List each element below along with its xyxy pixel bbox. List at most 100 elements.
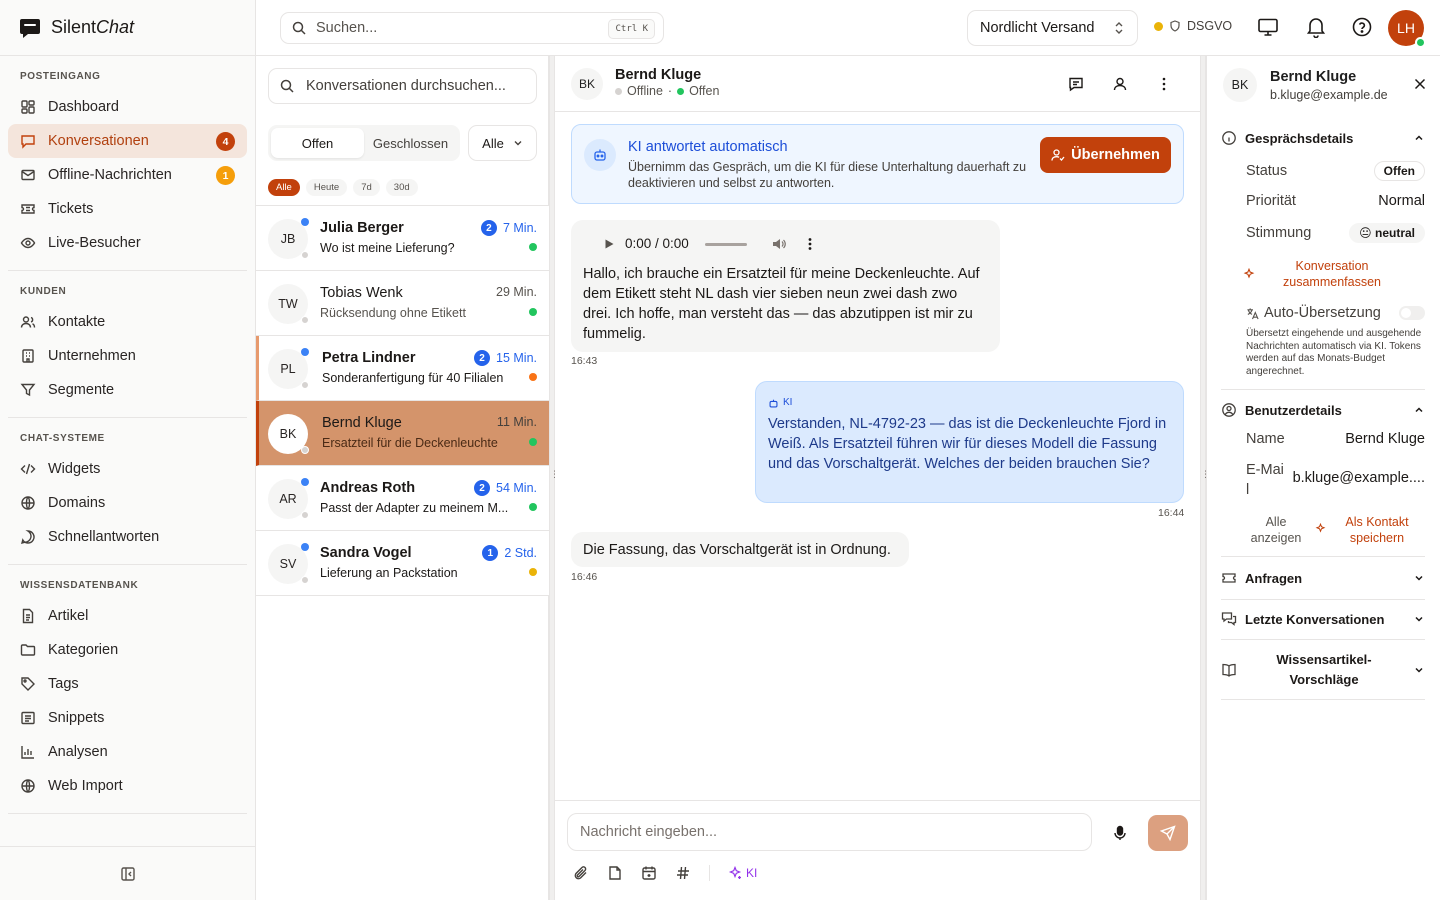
conversation-row[interactable]: PL Petra Lindner Sonderanfertigung für 4…: [256, 336, 549, 401]
chat-icon: [20, 133, 36, 149]
audio-player[interactable]: 0:00 / 0:00: [583, 232, 841, 256]
presence-dot: [301, 251, 309, 259]
send-button[interactable]: [1148, 815, 1188, 851]
audio-more-icon[interactable]: [803, 237, 817, 251]
chip-30d[interactable]: 30d: [385, 179, 418, 196]
paperclip-icon[interactable]: [573, 865, 589, 881]
auto-translation-toggle[interactable]: [1399, 306, 1425, 320]
calendar-icon[interactable]: [641, 865, 657, 881]
sidebar-item-segmente[interactable]: Segmente: [8, 373, 247, 407]
status-dot: [1154, 21, 1163, 31]
status-badge[interactable]: Offen: [1373, 161, 1425, 181]
dsgvo-status[interactable]: DSGVO: [1154, 19, 1232, 33]
conversation-row[interactable]: AR Andreas Roth Passt der Adapter zu mei…: [256, 466, 549, 531]
contact-name: Julia Berger: [320, 220, 404, 236]
message-input[interactable]: Nachricht eingeben...: [567, 813, 1092, 851]
search-icon: [291, 20, 307, 36]
sidebar-item-kategorien[interactable]: Kategorien: [8, 633, 247, 667]
ai-assist-button[interactable]: KI: [728, 866, 757, 880]
more-vertical-icon[interactable]: [1156, 76, 1172, 92]
message-square-icon[interactable]: [1068, 76, 1084, 92]
audio-time: 0:00 / 0:00: [625, 236, 689, 251]
monitor-icon[interactable]: [1257, 16, 1279, 38]
timestamp: 27 Min.: [480, 220, 537, 236]
conversation-search-input[interactable]: Konversationen durchsuchen...: [268, 68, 537, 104]
presence-dot: [301, 511, 309, 519]
sidebar-item-label: Live-Besucher: [48, 235, 141, 251]
brand[interactable]: SilentChat: [0, 0, 255, 56]
section-kb-suggestions[interactable]: Wissensartikel-Vorschläge: [1221, 650, 1425, 690]
message-preview: Wo ist meine Lieferung?: [320, 241, 455, 255]
audio-progress[interactable]: [704, 242, 747, 246]
help-icon[interactable]: [1351, 16, 1373, 38]
top-header: Suchen... Ctrl K Nordlicht Versand DSGVO…: [256, 0, 1440, 56]
sidebar-item-snippets[interactable]: Snippets: [8, 701, 247, 735]
sidebar-item-widgets[interactable]: Widgets: [8, 452, 247, 486]
divider: [1221, 389, 1425, 390]
sidebar-item-artikel[interactable]: Artikel: [8, 599, 247, 633]
email-label: E-Mail: [1246, 462, 1284, 498]
sidebar-item-dashboard[interactable]: Dashboard: [8, 90, 247, 124]
chip-7d[interactable]: 7d: [353, 179, 380, 196]
conversation-row-selected[interactable]: BK Bernd Kluge Ersatzteil für die Decken…: [256, 401, 549, 466]
section-conversation-details[interactable]: Gesprächsdetails: [1221, 130, 1425, 146]
sidebar-item-tickets[interactable]: Tickets: [8, 192, 247, 226]
sidebar-item-tags[interactable]: Tags: [8, 667, 247, 701]
save-as-contact-button[interactable]: Als Kontakt speichern: [1337, 514, 1417, 546]
conversation-row[interactable]: JB Julia Berger Wo ist meine Lieferung? …: [256, 206, 549, 271]
chip-heute[interactable]: Heute: [305, 179, 348, 196]
section-title-posteingang: POSTEINGANG: [20, 71, 101, 82]
sidebar-item-web-import[interactable]: Web Import: [8, 769, 247, 803]
conversation-row[interactable]: SV Sandra Vogel Lieferung an Packstation…: [256, 531, 549, 596]
toolbar-divider: [709, 865, 710, 881]
sidebar-item-unternehmen[interactable]: Unternehmen: [8, 339, 247, 373]
ticket-icon: [1221, 570, 1237, 586]
play-icon[interactable]: [603, 238, 615, 250]
user-check-icon: [1051, 148, 1065, 162]
note-icon[interactable]: [607, 865, 623, 881]
sidebar-item-live-besucher[interactable]: Live-Besucher: [8, 226, 247, 260]
tab-geschlossen[interactable]: Geschlossen: [364, 128, 457, 158]
sidebar-item-analysen[interactable]: Analysen: [8, 735, 247, 769]
microphone-icon[interactable]: [1112, 825, 1128, 841]
bell-icon[interactable]: [1306, 16, 1326, 38]
conversation-row[interactable]: TW Tobias Wenk Rücksendung ohne Etikett …: [256, 271, 549, 336]
sidebar-item-schnellantworten[interactable]: Schnellantworten: [8, 520, 247, 554]
user-avatar[interactable]: LH: [1388, 10, 1426, 48]
chip-alle[interactable]: Alle: [268, 179, 300, 196]
collapse-sidebar-icon[interactable]: [120, 866, 136, 882]
composer-toolbar: KI: [573, 865, 757, 881]
message-text: Verstanden, NL-4792-23 — das ist die Dec…: [768, 416, 1167, 472]
sidebar-item-kontakte[interactable]: Kontakte: [8, 305, 247, 339]
section-recent-conversations[interactable]: Letzte Konversationen: [1221, 611, 1425, 627]
summarize-button[interactable]: Konversation zusammenfassen: [1243, 258, 1409, 290]
user-icon[interactable]: [1112, 76, 1128, 92]
section-requests[interactable]: Anfragen: [1221, 570, 1425, 586]
take-over-button[interactable]: Übernehmen: [1040, 137, 1171, 173]
message-preview: Ersatzteil für die Deckenleuchte: [322, 436, 498, 450]
divider: [8, 564, 247, 565]
tab-offen[interactable]: Offen: [271, 128, 364, 158]
dashboard-icon: [20, 99, 36, 115]
bot-icon: [584, 139, 616, 171]
close-icon[interactable]: [1414, 78, 1426, 90]
unread-dot: [301, 478, 309, 486]
sidebar-item-konversationen[interactable]: Konversationen 4: [8, 124, 247, 158]
org-switcher[interactable]: Nordlicht Versand: [967, 10, 1138, 46]
sparkles-icon: [1315, 523, 1326, 534]
user-initials: LH: [1397, 20, 1415, 36]
priority-value[interactable]: Normal: [1378, 193, 1425, 209]
sidebar-item-domains[interactable]: Domains: [8, 486, 247, 520]
avatar: SV: [268, 543, 309, 584]
show-all-button[interactable]: Alle anzeigen: [1243, 514, 1309, 546]
brand-name: SilentChat: [51, 17, 135, 37]
global-search-input[interactable]: Suchen... Ctrl K: [280, 12, 664, 44]
volume-icon[interactable]: [771, 236, 787, 252]
dsgvo-label: DSGVO: [1187, 19, 1233, 33]
state-dot: [677, 87, 685, 95]
neutral-face-icon: 😐: [1359, 226, 1372, 240]
sidebar-item-offline-nachrichten[interactable]: Offline-Nachrichten 1: [8, 158, 247, 192]
hash-icon[interactable]: [675, 865, 691, 881]
section-user-details[interactable]: Benutzerdetails: [1221, 402, 1425, 418]
assignment-filter[interactable]: Alle: [468, 125, 537, 161]
